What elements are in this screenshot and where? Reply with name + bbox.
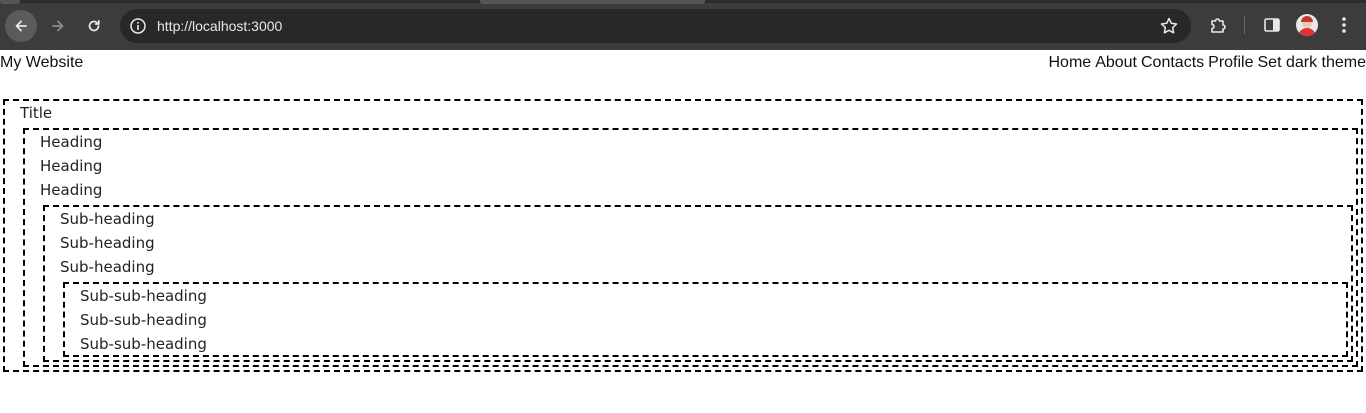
sub-sub-heading-section (63, 282, 1348, 357)
browser-toolbar: http://localhost:3000 (0, 0, 1366, 50)
tab-edge (0, 0, 20, 4)
side-panel-icon (1264, 18, 1280, 32)
more-vertical-icon (1342, 17, 1346, 33)
nav-link-about[interactable]: About (1095, 53, 1137, 72)
sub-heading-text: Sub-heading (60, 234, 155, 252)
extensions-button[interactable] (1207, 14, 1229, 36)
side-panel-button[interactable] (1261, 14, 1283, 36)
forward-button[interactable] (42, 10, 74, 42)
nav-link-contacts[interactable]: Contacts (1141, 53, 1204, 72)
address-bar[interactable]: http://localhost:3000 (120, 9, 1191, 43)
back-button[interactable] (5, 10, 37, 42)
sub-heading-text: Sub-heading (60, 210, 155, 228)
toolbar-divider (1244, 16, 1245, 34)
arrow-left-icon (15, 20, 27, 32)
browser-menu-button[interactable] (1333, 14, 1355, 36)
nav-link-home[interactable]: Home (1049, 53, 1092, 72)
profile-avatar[interactable] (1296, 14, 1318, 36)
url-text[interactable]: http://localhost:3000 (157, 17, 282, 35)
tab-edge (480, 0, 705, 4)
main-nav: Home About Contacts Profile Set dark the… (1049, 53, 1366, 72)
arrow-right-icon (52, 20, 64, 32)
section-title: Title (20, 104, 53, 122)
reload-icon (88, 19, 100, 32)
sub-heading-text: Sub-heading (60, 258, 155, 276)
sub-sub-heading-text: Sub-sub-heading (80, 287, 207, 305)
reload-button[interactable] (78, 10, 110, 42)
bookmark-star-icon[interactable] (1159, 16, 1179, 36)
heading-text: Heading (40, 133, 103, 151)
site-title[interactable]: My Website (0, 53, 83, 72)
sub-sub-heading-text: Sub-sub-heading (80, 311, 207, 329)
theme-toggle-button[interactable]: Set dark theme (1258, 53, 1366, 72)
nav-link-profile[interactable]: Profile (1208, 53, 1253, 72)
heading-text: Heading (40, 157, 103, 175)
puzzle-icon (1211, 18, 1226, 33)
heading-text: Heading (40, 181, 103, 199)
sub-sub-heading-text: Sub-sub-heading (80, 335, 207, 353)
site-info-icon[interactable] (129, 17, 147, 35)
